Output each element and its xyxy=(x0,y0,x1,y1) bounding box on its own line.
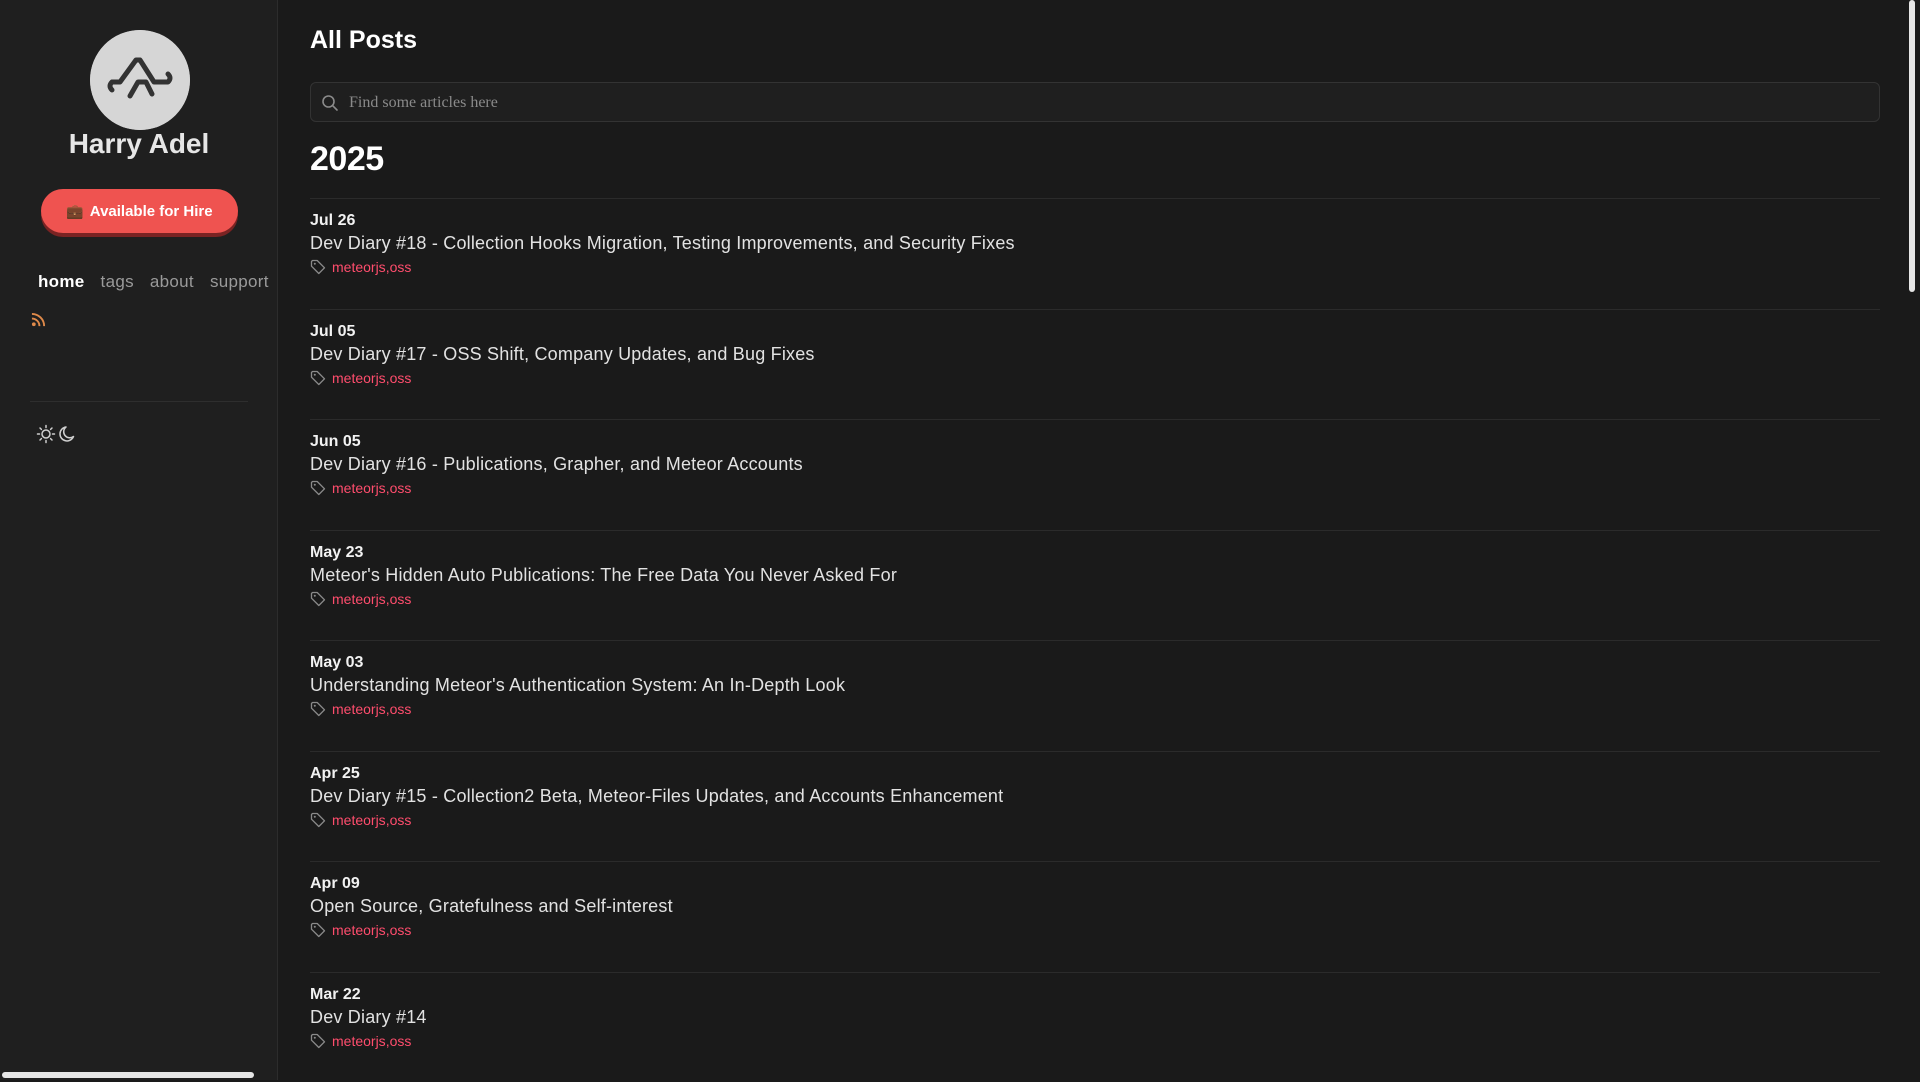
post-title-link[interactable]: Dev Diary #18 - Collection Hooks Migrati… xyxy=(310,233,1015,254)
tag-link[interactable]: oss xyxy=(390,701,412,717)
briefcase-icon: 💼 xyxy=(66,203,83,220)
sidebar-divider xyxy=(30,401,248,402)
post-tags: meteorjs,oss xyxy=(310,591,411,607)
post-date: Apr 25 xyxy=(310,765,360,783)
post-title-link[interactable]: Meteor's Hidden Auto Publications: The F… xyxy=(310,565,897,586)
post-date: May 03 xyxy=(310,654,363,672)
tag-link[interactable]: oss xyxy=(390,591,412,607)
post-item: Jul 26 Dev Diary #18 - Collection Hooks M… xyxy=(310,198,1880,309)
post-title-link[interactable]: Dev Diary #16 - Publications, Grapher, a… xyxy=(310,454,803,475)
tag-link[interactable]: oss xyxy=(390,922,412,938)
nav-item-home[interactable]: home xyxy=(38,272,85,292)
post-item: May 23 Meteor's Hidden Auto Publications:… xyxy=(310,530,1880,641)
tag-link[interactable]: meteorjs xyxy=(332,922,386,938)
post-tags: meteorjs,oss xyxy=(310,370,411,386)
search-icon xyxy=(321,94,339,112)
nav-item-tags[interactable]: tags xyxy=(101,272,134,292)
post-tags: meteorjs,oss xyxy=(310,922,411,938)
post-title-link[interactable]: Dev Diary #17 - OSS Shift, Company Updat… xyxy=(310,344,815,365)
scrollbar-thumb[interactable] xyxy=(1909,0,1915,292)
tag-icon xyxy=(310,591,326,607)
tag-link[interactable]: meteorjs xyxy=(332,370,386,386)
tag-icon xyxy=(310,480,326,496)
tag-icon xyxy=(310,922,326,938)
tag-icon xyxy=(310,259,326,275)
moon-icon[interactable] xyxy=(58,424,78,444)
post-item: Apr 09 Open Source, Gratefulness and Self… xyxy=(310,861,1880,972)
hire-button-label: Available for Hire xyxy=(90,203,213,220)
main-nav: home tags about support xyxy=(38,272,269,292)
post-tags: meteorjs,oss xyxy=(310,480,411,496)
tag-link[interactable]: meteorjs xyxy=(332,701,386,717)
nav-item-support[interactable]: support xyxy=(210,272,269,292)
post-date: Mar 22 xyxy=(310,986,361,1004)
post-title-link[interactable]: Dev Diary #15 - Collection2 Beta, Meteor… xyxy=(310,786,1003,807)
theme-toggle xyxy=(36,424,78,444)
post-item: Jun 05 Dev Diary #16 - Publications, Grap… xyxy=(310,419,1880,530)
post-tags: meteorjs,oss xyxy=(310,701,411,717)
post-title-link[interactable]: Dev Diary #14 xyxy=(310,1007,427,1028)
available-for-hire-button[interactable]: 💼 Available for Hire xyxy=(41,189,238,233)
tag-link[interactable]: oss xyxy=(390,370,412,386)
search-input[interactable] xyxy=(347,83,1851,123)
tag-link[interactable]: meteorjs xyxy=(332,1033,386,1049)
post-item: Apr 25 Dev Diary #15 - Collection2 Beta, … xyxy=(310,751,1880,862)
rss-icon[interactable] xyxy=(31,312,46,327)
avatar[interactable] xyxy=(90,30,190,130)
year-heading: 2025 xyxy=(310,140,384,179)
tag-icon xyxy=(310,370,326,386)
tag-icon xyxy=(310,812,326,828)
tag-link[interactable]: meteorjs xyxy=(332,812,386,828)
post-date: Jul 05 xyxy=(310,323,355,341)
post-tags: meteorjs,oss xyxy=(310,1033,411,1049)
tag-icon xyxy=(310,701,326,717)
post-date: Apr 09 xyxy=(310,875,360,893)
tag-link[interactable]: oss xyxy=(390,1033,412,1049)
sun-icon[interactable] xyxy=(36,424,56,444)
vertical-scrollbar[interactable] xyxy=(1902,0,1920,1080)
tag-link[interactable]: meteorjs xyxy=(332,259,386,275)
tag-link[interactable]: oss xyxy=(390,480,412,496)
site-name[interactable]: Harry Adel xyxy=(0,128,278,160)
tag-link[interactable]: oss xyxy=(390,259,412,275)
tag-link[interactable]: meteorjs xyxy=(332,591,386,607)
post-date: May 23 xyxy=(310,544,363,562)
post-list: Jul 26 Dev Diary #18 - Collection Hooks M… xyxy=(310,198,1880,1082)
post-title-link[interactable]: Open Source, Gratefulness and Self-inter… xyxy=(310,896,673,917)
nav-item-about[interactable]: about xyxy=(150,272,194,292)
post-item: May 03 Understanding Meteor's Authenticat… xyxy=(310,640,1880,751)
post-item: Mar 22 Dev Diary #14 meteorjs,oss xyxy=(310,972,1880,1082)
post-tags: meteorjs,oss xyxy=(310,812,411,828)
post-tags: meteorjs,oss xyxy=(310,259,411,275)
tag-icon xyxy=(310,1033,326,1049)
tag-link[interactable]: oss xyxy=(390,812,412,828)
post-title-link[interactable]: Understanding Meteor's Authentication Sy… xyxy=(310,675,845,696)
sidebar-horizontal-scrollbar[interactable] xyxy=(2,1072,254,1078)
sidebar: Harry Adel 💼 Available for Hire home tag… xyxy=(0,0,278,1080)
search-box xyxy=(310,82,1880,122)
post-date: Jul 26 xyxy=(310,212,355,230)
post-item: Jul 05 Dev Diary #17 - OSS Shift, Company… xyxy=(310,309,1880,420)
page-title: All Posts xyxy=(310,26,417,55)
logo-icon xyxy=(90,30,190,130)
post-date: Jun 05 xyxy=(310,433,361,451)
tag-link[interactable]: meteorjs xyxy=(332,480,386,496)
